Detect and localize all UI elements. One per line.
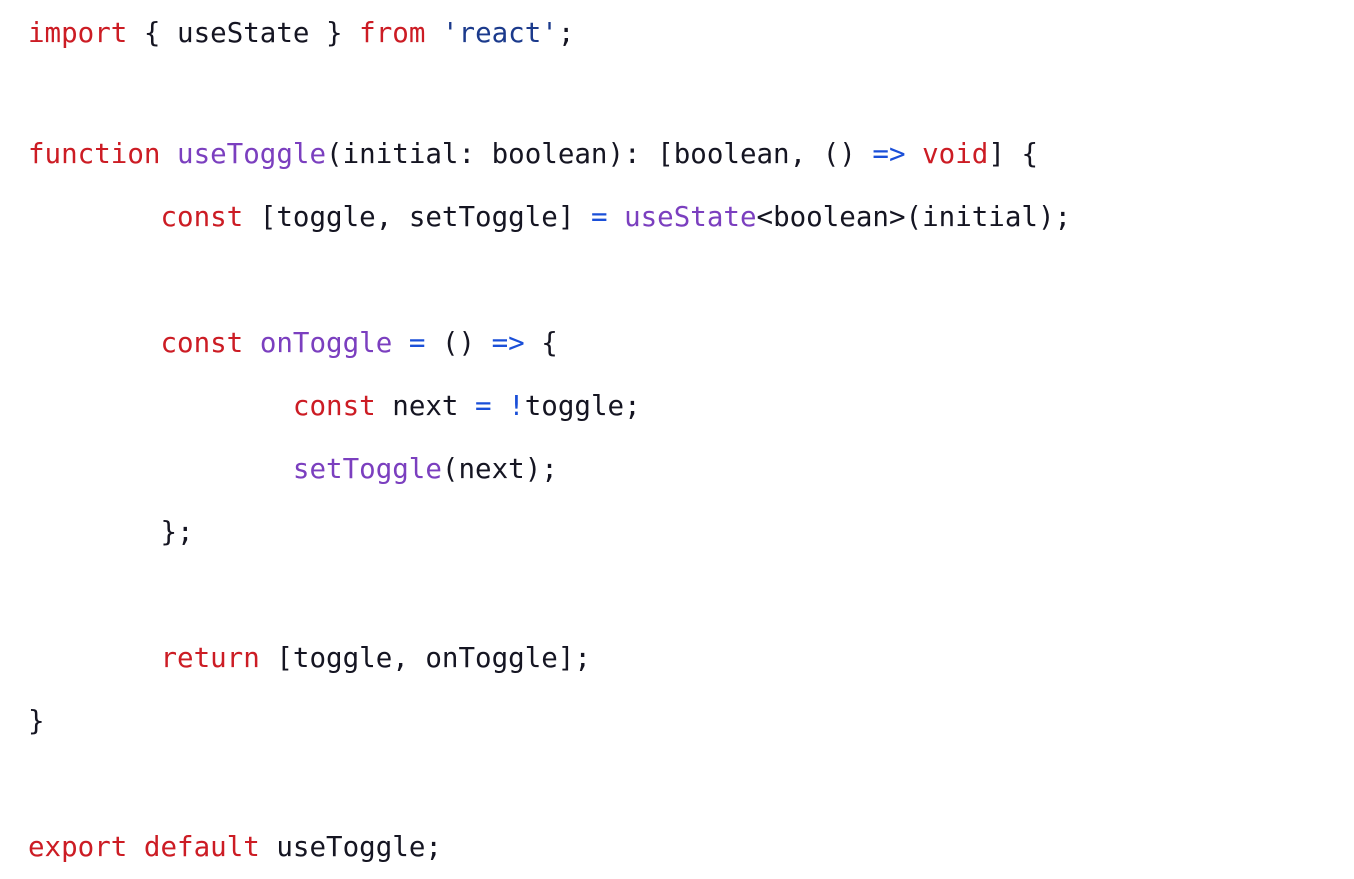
code-token-operator: = bbox=[475, 390, 492, 422]
code-line[interactable] bbox=[0, 564, 1354, 627]
code-token-plain: useToggle; bbox=[259, 831, 442, 863]
code-block: import { useState } from 'react'; functi… bbox=[0, 0, 1354, 879]
code-token-function: setToggle bbox=[292, 453, 442, 485]
code-token-plain: } bbox=[28, 705, 45, 737]
code-token-function: useState bbox=[624, 201, 757, 233]
code-token-plain: (next); bbox=[441, 453, 558, 485]
code-line[interactable]: } bbox=[0, 690, 1354, 753]
code-token-function: onToggle bbox=[259, 327, 393, 359]
code-token-plain: { bbox=[524, 327, 558, 359]
code-token-plain: () bbox=[425, 327, 492, 359]
code-token-keyword: return bbox=[160, 642, 260, 674]
code-token-keyword: import bbox=[28, 17, 128, 49]
code-line[interactable]: import { useState } from 'react'; bbox=[0, 0, 1354, 60]
code-token-function: useToggle bbox=[177, 138, 327, 170]
code-token-keyword: default bbox=[143, 831, 260, 863]
code-line[interactable]: const [toggle, setToggle] = useState<boo… bbox=[0, 186, 1354, 249]
code-line[interactable]: setToggle(next); bbox=[0, 438, 1354, 501]
code-line[interactable]: const onToggle = () => { bbox=[0, 312, 1354, 375]
code-token-operator: => bbox=[491, 327, 525, 359]
code-token-plain: toggle; bbox=[524, 390, 641, 422]
code-token-keyword: function bbox=[28, 138, 161, 170]
code-token-plain: ; bbox=[557, 17, 575, 49]
code-token-plain: ] { bbox=[988, 138, 1038, 170]
code-token-keyword: export bbox=[28, 831, 128, 863]
code-token-plain: next bbox=[375, 390, 476, 422]
code-token-keyword: void bbox=[922, 138, 989, 170]
code-token-keyword: const bbox=[160, 327, 244, 359]
code-line[interactable]: export default useToggle; bbox=[0, 816, 1354, 879]
code-line[interactable] bbox=[0, 60, 1354, 123]
code-token-keyword: const bbox=[292, 390, 376, 422]
code-token-plain: }; bbox=[28, 516, 194, 548]
code-token-plain: [toggle, setToggle] bbox=[243, 201, 591, 233]
code-token-operator: = bbox=[590, 201, 608, 233]
code-editor[interactable]: import { useState } from 'react'; functi… bbox=[0, 0, 1354, 876]
code-line[interactable]: return [toggle, onToggle]; bbox=[0, 627, 1354, 690]
code-token-operator: => bbox=[872, 138, 906, 170]
code-token-plain: <boolean>(initial); bbox=[756, 201, 1072, 233]
code-token-keyword: from bbox=[359, 17, 426, 49]
code-line[interactable] bbox=[0, 753, 1354, 816]
code-token-keyword: const bbox=[160, 201, 244, 233]
code-token-plain: { useState } bbox=[143, 17, 343, 49]
code-token-plain: [toggle, onToggle]; bbox=[259, 642, 591, 674]
code-token-plain: (initial: boolean): [boolean, () bbox=[326, 138, 856, 170]
code-line[interactable]: function useToggle(initial: boolean): [b… bbox=[0, 123, 1354, 186]
code-token-string: 'react' bbox=[441, 17, 558, 49]
code-line[interactable] bbox=[0, 249, 1354, 312]
code-token-operator: ! bbox=[508, 390, 525, 422]
code-token-operator: = bbox=[408, 327, 426, 359]
code-line[interactable]: }; bbox=[0, 501, 1354, 564]
code-line[interactable]: const next = !toggle; bbox=[0, 375, 1354, 438]
